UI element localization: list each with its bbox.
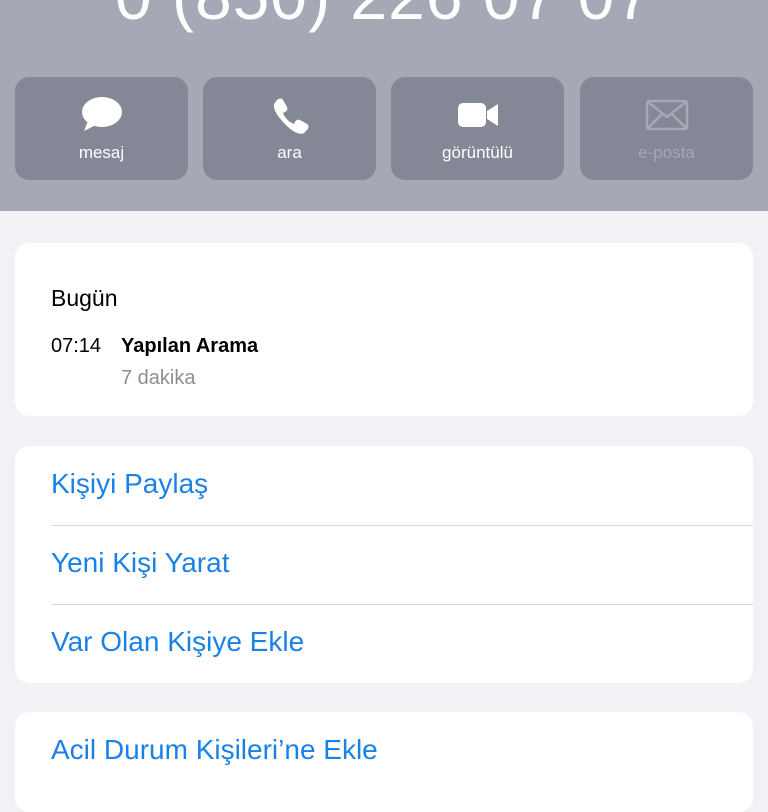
add-to-existing-contact-label: Var Olan Kişiye Ekle	[51, 626, 305, 657]
recents-day: Bugün	[51, 285, 118, 311]
phone-icon	[273, 98, 308, 134]
share-contact-row[interactable]: Kişiyi Paylaş	[51, 446, 753, 526]
share-contact-label: Kişiyi Paylaş	[51, 468, 209, 499]
call-label: ara	[277, 143, 302, 162]
recent-calls-card: Bugün 07:14 Yapılan Arama 7 dakika	[15, 243, 753, 416]
contact-header: 0 (850) 226 07 07 mesaj ara görüntülü e-…	[0, 0, 768, 211]
phone-number: 0 (850) 226 07 07	[0, 0, 768, 34]
email-button[interactable]: e-posta	[580, 77, 753, 180]
create-new-contact-row[interactable]: Yeni Kişi Yarat	[51, 525, 753, 605]
emergency-contacts-card: Acil Durum Kişileri’ne Ekle	[15, 712, 753, 812]
contact-actions-card: Kişiyi Paylaş Yeni Kişi Yarat Var Olan K…	[15, 446, 753, 683]
create-new-contact-label: Yeni Kişi Yarat	[51, 547, 230, 578]
call-type: Yapılan Arama	[121, 335, 259, 357]
add-to-emergency-contacts-row[interactable]: Acil Durum Kişileri’ne Ekle	[51, 712, 753, 791]
message-button[interactable]: mesaj	[15, 77, 188, 180]
email-label: e-posta	[638, 143, 695, 162]
video-button[interactable]: görüntülü	[391, 77, 564, 180]
video-label: görüntülü	[442, 143, 513, 162]
call-duration: 7 dakika	[121, 367, 196, 389]
envelope-icon	[645, 99, 688, 131]
message-label: mesaj	[78, 143, 125, 162]
video-camera-icon	[457, 103, 498, 127]
message-bubble-icon	[81, 97, 122, 131]
add-to-existing-contact-row[interactable]: Var Olan Kişiye Ekle	[51, 604, 753, 683]
add-to-emergency-contacts-label: Acil Durum Kişileri’ne Ekle	[51, 734, 378, 765]
call-time: 07:14	[51, 335, 102, 357]
call-button[interactable]: ara	[203, 77, 376, 180]
